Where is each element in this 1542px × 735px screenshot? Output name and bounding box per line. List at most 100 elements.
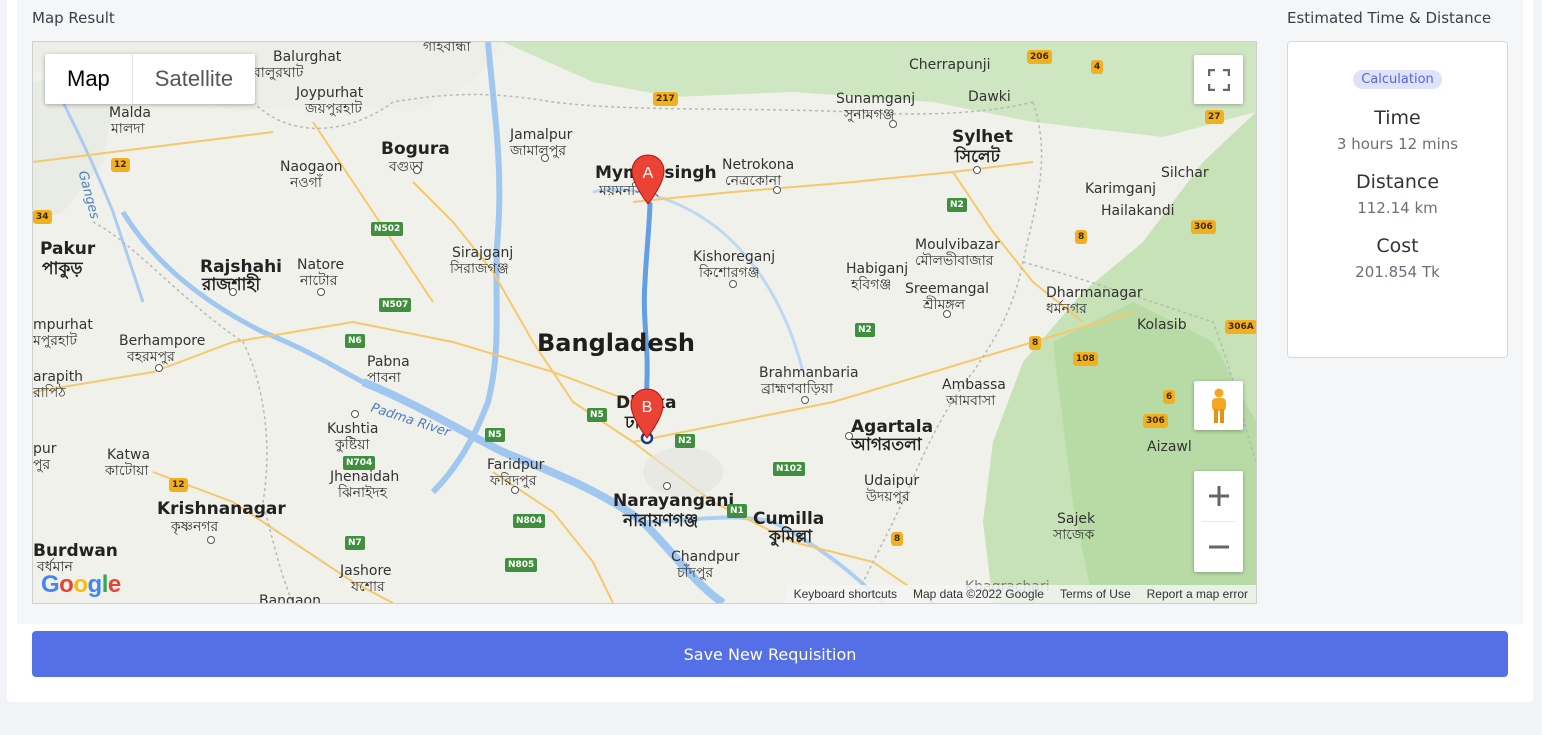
- city-label-gaibandha-bn: গাইবান্ধা: [423, 41, 471, 55]
- distance-label: Distance: [1355, 171, 1440, 193]
- highway-8-a: 8: [1075, 230, 1088, 244]
- city-dot-natore: [317, 288, 325, 296]
- city-label-kishoreganj: Kishoreganj: [693, 249, 776, 265]
- city-label-kolasib: Kolasib: [1137, 317, 1187, 333]
- time-label: Time: [1374, 107, 1421, 129]
- zoom-control: [1194, 471, 1243, 572]
- city-label-moulvibazar: Moulvibazar: [915, 237, 1000, 253]
- highway-217: 217: [653, 92, 678, 106]
- city-label-joypurhat: Joypurhat: [296, 85, 364, 101]
- map-data-text: Map data ©2022 Google: [913, 587, 1044, 601]
- city-dot-berhampore: [155, 364, 163, 372]
- city-label-sunamganj-bn: সুনামগঞ্জ: [844, 107, 895, 123]
- city-label-ambassa: Ambassa: [942, 377, 1006, 393]
- city-dot-faridpur: [511, 486, 519, 494]
- highway-n507: N507: [379, 298, 412, 312]
- keyboard-shortcuts-link[interactable]: Keyboard shortcuts: [794, 587, 897, 601]
- map-type-map-button[interactable]: Map: [45, 54, 132, 104]
- city-label-malda-bn: মালদা: [111, 121, 145, 137]
- pegman-icon: [1211, 388, 1226, 423]
- city-dot-sylhet: [973, 166, 981, 174]
- calculation-badge: Calculation: [1353, 70, 1442, 89]
- highway-n5-a: N5: [587, 408, 607, 422]
- city-label-jashore: Jashore: [340, 563, 392, 579]
- city-label-jashore-bn: যশোর: [351, 579, 385, 595]
- zoom-out-button[interactable]: [1194, 522, 1243, 572]
- city-label-sajek-bn: সাজেক: [1053, 527, 1095, 543]
- city-dot-kushtia: [351, 410, 359, 418]
- city-label-jhenaidah-bn: ঝিনাইদহ: [338, 485, 388, 501]
- marker-b[interactable]: B: [630, 388, 664, 440]
- city-dot-brahmanbaria: [801, 396, 809, 404]
- city-label-habiganj-bn: হবিগঞ্জ: [851, 277, 892, 293]
- report-map-error-link[interactable]: Report a map error: [1147, 587, 1248, 601]
- city-label-pur-bn: পুর: [33, 457, 51, 473]
- highway-n2-c: N2: [947, 198, 967, 212]
- city-label-chandpur: Chandpur: [671, 549, 740, 565]
- city-label-cherrapunji: Cherrapunji: [909, 57, 991, 73]
- highway-6: 6: [1163, 390, 1176, 404]
- city-label-agartala: Agartala: [851, 417, 934, 437]
- city-label-rajshahi: Rajshahi: [200, 257, 283, 277]
- save-requisition-button[interactable]: Save New Requisition: [32, 631, 1508, 677]
- city-label-udaipur: Udaipur: [864, 473, 920, 489]
- estimate-heading: Estimated Time & Distance: [1287, 9, 1492, 27]
- country-label: Bangladesh: [537, 329, 696, 357]
- city-dot-jamalpur: [541, 154, 549, 162]
- highway-n704: N704: [343, 456, 376, 470]
- city-label-sunamganj: Sunamganj: [836, 91, 916, 107]
- city-label-hailakandi: Hailakandi: [1101, 203, 1175, 219]
- highway-n2-a: N2: [675, 434, 695, 448]
- time-value: 3 hours 12 mins: [1336, 135, 1459, 153]
- city-label-arapith-bn: রাপিঠ: [33, 385, 66, 401]
- map-type-satellite-button[interactable]: Satellite: [131, 54, 255, 104]
- city-label-habiganj: Habiganj: [846, 261, 909, 277]
- city-label-aizawl: Aizawl: [1147, 439, 1192, 455]
- city-label-naogaon-bn: নওগাঁ: [290, 175, 322, 191]
- city-label-jhenaidah: Jhenaidah: [330, 469, 400, 485]
- city-dot-bogura: [413, 166, 421, 174]
- city-label-kushtia: Kushtia: [327, 421, 379, 437]
- zoom-in-button[interactable]: [1194, 471, 1243, 521]
- highway-4: 4: [1091, 60, 1104, 74]
- city-label-balurghat: Balurghat: [273, 49, 342, 65]
- city-label-mpurhat-bn: মপুরহাট: [33, 333, 78, 349]
- cost-value: 201.854 Tk: [1355, 263, 1440, 281]
- highway-34: 34: [33, 210, 52, 224]
- city-label-berhampore-bn: বহরমপুর: [127, 349, 175, 365]
- marker-a[interactable]: A: [631, 154, 665, 206]
- city-label-krishnanagar: Krishnanagar: [157, 499, 286, 519]
- city-label-pakur-bn: পাকুড়: [42, 259, 83, 279]
- highway-n5-b: N5: [485, 428, 505, 442]
- highway-8-c: 8: [891, 532, 904, 546]
- city-label-moulvibazar-bn: মৌলভীবাজার: [915, 253, 994, 269]
- highway-n805: N805: [505, 558, 538, 572]
- fullscreen-button[interactable]: [1194, 55, 1243, 104]
- city-label-balurghat-bn: বালুরঘাট: [253, 65, 304, 81]
- highway-306a: 306A: [1225, 320, 1256, 334]
- map-type-control: Map Satellite: [45, 54, 256, 104]
- highway-27: 27: [1205, 110, 1224, 124]
- city-label-kishoreganj-bn: কিশোরগঞ্জ: [699, 265, 760, 281]
- estimate-card: Calculation Time 3 hours 12 mins Distanc…: [1287, 41, 1508, 358]
- cost-label: Cost: [1376, 235, 1419, 257]
- city-label-krishnanagar-bn: কৃষ্ণনগর: [171, 519, 219, 535]
- street-view-pegman[interactable]: [1194, 381, 1243, 430]
- city-label-faridpur: Faridpur: [487, 457, 545, 473]
- terms-of-use-link[interactable]: Terms of Use: [1060, 587, 1131, 601]
- city-label-natore: Natore: [297, 257, 345, 273]
- city-label-ambassa-bn: আমবাসা: [946, 393, 996, 409]
- google-logo: Google: [41, 571, 121, 598]
- map-attribution: Keyboard shortcuts Map data ©2022 Google…: [785, 585, 1256, 603]
- map-view[interactable]: Bangladesh Mymensingh ময়মনসিংহ Dhaka ঢা…: [32, 41, 1257, 604]
- city-label-pabna-bn: পাবনা: [367, 370, 401, 386]
- city-label-burdwan: Burdwan: [33, 541, 118, 561]
- city-label-joypurhat-bn: জয়পুরহাট: [305, 101, 363, 117]
- city-label-sylhet: Sylhet: [952, 127, 1013, 147]
- city-dot-krishnanagar: [207, 536, 215, 544]
- city-dot-netrokona: [773, 186, 781, 194]
- city-dot-agartala: [845, 432, 853, 440]
- highway-12-a: 12: [111, 158, 130, 172]
- city-label-sreemangal: Sreemangal: [905, 281, 990, 297]
- city-label-chandpur-bn: চাঁদপুর: [677, 565, 714, 581]
